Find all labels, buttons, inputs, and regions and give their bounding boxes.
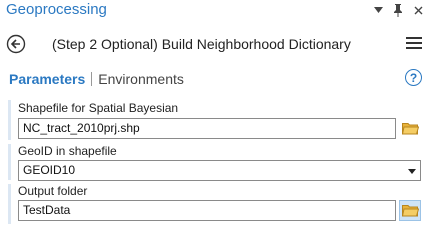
hamburger-icon-line — [406, 47, 422, 49]
param-shapefile: Shapefile for Spatial Bayesian NC_tract_… — [0, 98, 430, 142]
pane-title: Geoprocessing — [6, 1, 107, 18]
param-label: Shapefile for Spatial Bayesian — [18, 101, 179, 115]
tab-strip: Parameters Environments — [9, 70, 184, 88]
tool-title: (Step 2 Optional) Build Neighborhood Dic… — [52, 36, 351, 52]
param-label: GeoID in shapefile — [18, 144, 117, 158]
pane-titlebar: Geoprocessing — [0, 0, 430, 22]
geoid-select-value: GEOID10 — [23, 163, 76, 177]
browse-output-folder-button[interactable] — [399, 200, 421, 221]
folder-icon — [401, 205, 419, 217]
close-icon[interactable] — [412, 3, 424, 17]
tool-menu-button[interactable] — [406, 37, 422, 51]
output-folder-input[interactable]: TestData — [18, 200, 396, 221]
param-indicator-bar — [8, 144, 11, 180]
back-arrow-icon — [6, 34, 26, 54]
tab-separator — [91, 72, 93, 86]
shapefile-input[interactable]: NC_tract_2010prj.shp — [18, 118, 396, 139]
chevron-down-icon — [408, 169, 416, 174]
folder-icon — [401, 123, 419, 135]
pin-icon[interactable] — [392, 3, 404, 17]
geoid-select[interactable]: GEOID10 — [18, 160, 421, 181]
back-button[interactable] — [6, 34, 26, 54]
hamburger-icon-line — [406, 42, 422, 44]
help-icon[interactable]: ? — [405, 69, 422, 86]
pane-options-dropdown-icon[interactable] — [372, 3, 384, 17]
param-indicator-bar — [8, 100, 11, 140]
param-geoid: GeoID in shapefile GEOID10 — [0, 142, 430, 182]
param-indicator-bar — [8, 184, 11, 224]
tab-parameters[interactable]: Parameters — [9, 71, 85, 87]
browse-shapefile-button[interactable] — [399, 118, 421, 139]
param-label: Output folder — [18, 184, 88, 198]
pane-controls — [372, 3, 424, 17]
param-output-folder: Output folder TestData — [0, 182, 430, 226]
tab-environments[interactable]: Environments — [98, 71, 184, 87]
hamburger-icon-line — [406, 37, 422, 39]
tool-header: (Step 2 Optional) Build Neighborhood Dic… — [0, 28, 430, 62]
